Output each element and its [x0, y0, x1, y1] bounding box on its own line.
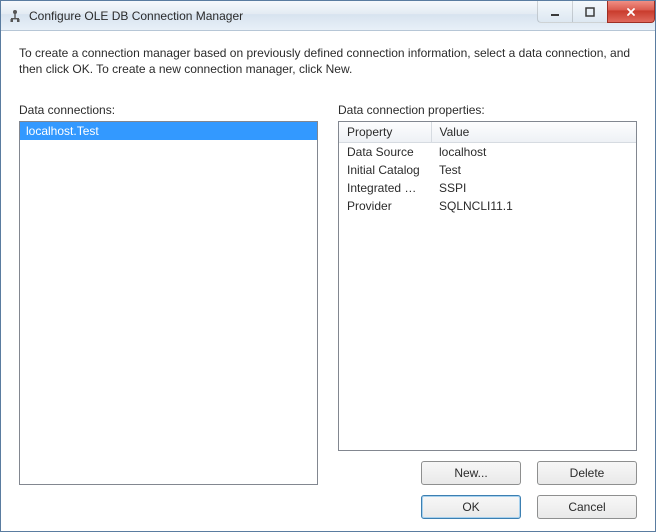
- property-row[interactable]: Data Sourcelocalhost: [339, 143, 636, 162]
- properties-header-value[interactable]: Value: [431, 122, 636, 143]
- property-value: localhost: [431, 143, 636, 162]
- properties-header-property[interactable]: Property: [339, 122, 431, 143]
- property-row[interactable]: Integrated Se...SSPI: [339, 179, 636, 197]
- maximize-button[interactable]: [572, 1, 608, 23]
- new-button[interactable]: New...: [421, 461, 521, 485]
- titlebar: Configure OLE DB Connection Manager: [1, 1, 655, 31]
- data-connections-listbox[interactable]: localhost.Test: [19, 121, 318, 485]
- delete-button[interactable]: Delete: [537, 461, 637, 485]
- ok-button[interactable]: OK: [421, 495, 521, 519]
- property-row[interactable]: ProviderSQLNCLI11.1: [339, 197, 636, 215]
- data-connection-properties-column: Data connection properties: Property Val…: [338, 103, 637, 485]
- property-name: Provider: [339, 197, 431, 215]
- property-value: SQLNCLI11.1: [431, 197, 636, 215]
- data-connections-column: Data connections: localhost.Test: [19, 103, 318, 485]
- property-name: Data Source: [339, 143, 431, 162]
- minimize-button[interactable]: [537, 1, 573, 23]
- window-title: Configure OLE DB Connection Manager: [29, 9, 243, 23]
- property-name: Initial Catalog: [339, 161, 431, 179]
- ok-cancel-row: OK Cancel: [19, 495, 637, 519]
- property-row[interactable]: Initial CatalogTest: [339, 161, 636, 179]
- property-name: Integrated Se...: [339, 179, 431, 197]
- data-connection-properties-label: Data connection properties:: [338, 103, 637, 117]
- properties-grid[interactable]: Property Value Data SourcelocalhostIniti…: [338, 121, 637, 451]
- cancel-button[interactable]: Cancel: [537, 495, 637, 519]
- data-connections-label: Data connections:: [19, 103, 318, 117]
- property-value: Test: [431, 161, 636, 179]
- columns: Data connections: localhost.Test Data co…: [19, 103, 637, 485]
- client-area: To create a connection manager based on …: [1, 31, 655, 531]
- dialog-description: To create a connection manager based on …: [19, 45, 637, 77]
- close-button[interactable]: [607, 1, 655, 23]
- property-value: SSPI: [431, 179, 636, 197]
- app-icon: [7, 8, 23, 24]
- dialog-window: Configure OLE DB Connection Manager To c…: [0, 0, 656, 532]
- window-buttons: [538, 1, 655, 23]
- connection-item[interactable]: localhost.Test: [20, 122, 317, 140]
- new-delete-row: New... Delete: [338, 461, 637, 485]
